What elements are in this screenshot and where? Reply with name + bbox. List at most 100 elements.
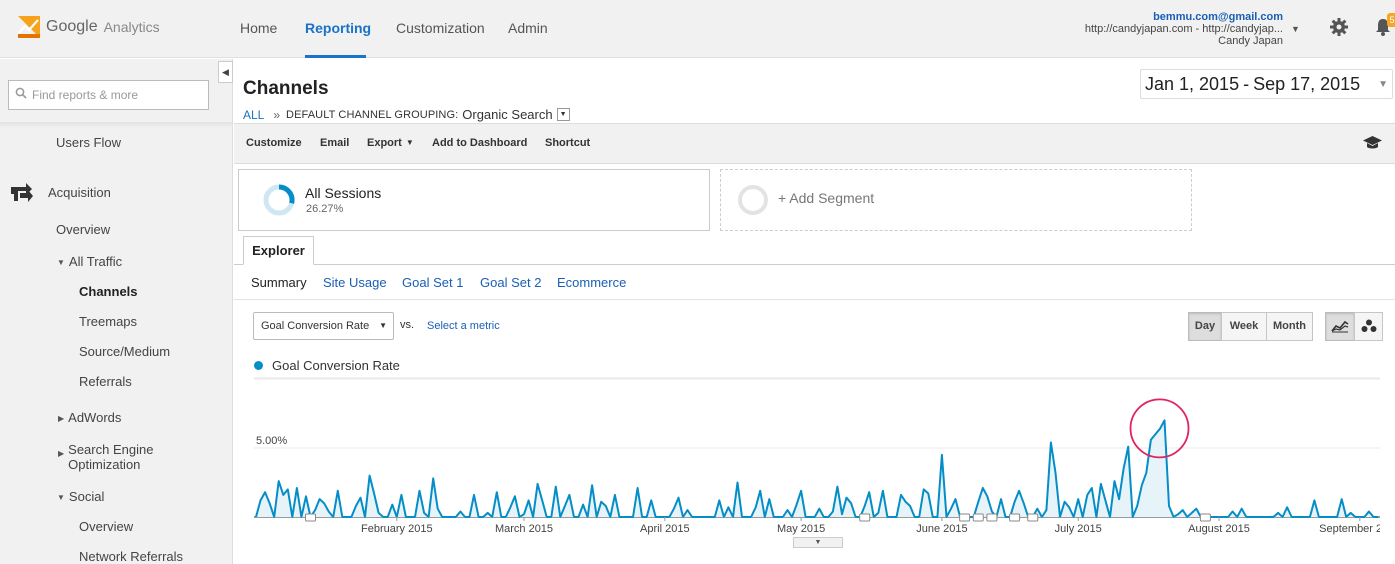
nav-reporting[interactable]: Reporting: [305, 20, 371, 36]
logo[interactable]: Google Analytics: [18, 16, 160, 38]
legend-swatch: [254, 361, 263, 370]
x-tick-label: May 2015: [777, 523, 825, 535]
date-end: Sep 17, 2015: [1253, 73, 1361, 94]
granularity-week-button[interactable]: Week: [1221, 312, 1267, 341]
notification-badge: 5: [1387, 13, 1395, 27]
sidebar-divider: [0, 122, 232, 128]
caret-down-icon: ▼: [57, 258, 65, 267]
sidebar-item-referrals[interactable]: Referrals: [79, 374, 132, 389]
nav-home[interactable]: Home: [240, 20, 277, 36]
account-email: bemmu.com@gmail.com: [1153, 11, 1283, 23]
account-selector[interactable]: bemmu.com@gmail.com http://candyjapan.co…: [1085, 11, 1283, 47]
series-line: [255, 419, 1378, 518]
tab-explorer[interactable]: Explorer: [243, 236, 314, 265]
chevron-down-icon[interactable]: ▼: [1291, 24, 1300, 34]
sidebar-item-treemaps[interactable]: Treemaps: [79, 314, 137, 329]
subtab-goal-set-2[interactable]: Goal Set 2: [480, 275, 541, 290]
customize-button[interactable]: Customize: [246, 137, 302, 149]
metric-select[interactable]: Goal Conversion Rate ▼: [253, 312, 394, 340]
sidebar-item-label: AdWords: [68, 410, 122, 425]
caret-right-icon: ▶: [58, 449, 65, 458]
search-input[interactable]: [32, 88, 202, 102]
x-tick-label: March 2015: [495, 523, 553, 535]
caret-down-icon: ▼: [405, 138, 414, 147]
sidebar-item-label: All Traffic: [68, 254, 123, 269]
annotation-marker: [959, 513, 971, 522]
line-chart-view-button[interactable]: [1325, 312, 1355, 341]
date-range-picker[interactable]: Jan 1, 2015 - Sep 17, 2015 ▼: [1140, 69, 1393, 99]
sidebar-item-all-traffic[interactable]: ▼ All Traffic: [57, 254, 122, 269]
add-segment-button[interactable]: + Add Segment: [720, 169, 1192, 231]
export-button[interactable]: Export ▼: [367, 137, 414, 149]
email-button[interactable]: Email: [320, 137, 349, 149]
subtab-divider: [234, 299, 1395, 300]
x-tick-label: April 2015: [640, 523, 690, 535]
analytics-logo-icon: [18, 16, 40, 38]
gear-icon[interactable]: [1329, 17, 1349, 42]
subtab-site-usage[interactable]: Site Usage: [323, 275, 387, 290]
annotation-marker: [1199, 513, 1211, 522]
breadcrumb-dropdown-button[interactable]: ▼: [556, 108, 570, 121]
sidebar-item-users-flow[interactable]: Users Flow: [56, 135, 121, 150]
legend-label: Goal Conversion Rate: [272, 358, 400, 373]
sidebar-item-channels[interactable]: Channels: [79, 284, 138, 299]
logo-text-google: Google: [46, 18, 98, 35]
segment-name: All Sessions: [305, 185, 382, 201]
annotation-marker: [972, 513, 984, 522]
caret-down-icon: ▼: [57, 493, 65, 502]
collapse-sidebar-button[interactable]: ◀: [218, 61, 233, 83]
sidebar-item-overview[interactable]: Overview: [56, 222, 110, 237]
segment-all-sessions[interactable]: All Sessions 26.27%: [238, 169, 710, 231]
breadcrumb-dimension-label: DEFAULT CHANNEL GROUPING:: [286, 108, 459, 121]
tab-divider: [234, 264, 1395, 265]
breadcrumb-all-link[interactable]: ALL: [243, 108, 264, 122]
annotation-marker: [986, 513, 998, 522]
search-icon: [15, 86, 27, 104]
sidebar-item-acquisition[interactable]: Acquisition: [48, 185, 111, 200]
chart-legend: Goal Conversion Rate: [254, 358, 400, 373]
shortcut-button[interactable]: Shortcut: [545, 137, 590, 149]
breadcrumb-separator: »: [273, 107, 281, 122]
annotation-marker: [1027, 513, 1039, 522]
add-segment-label: + Add Segment: [778, 190, 875, 206]
sidebar-item-adwords[interactable]: ▶ AdWords: [58, 410, 121, 425]
annotation-marker: [859, 513, 871, 522]
subtab-summary[interactable]: Summary: [251, 275, 307, 290]
x-tick-label: August 2015: [1188, 523, 1250, 535]
account-property: http://candyjapan.com - http://candyjap.…: [1084, 23, 1283, 35]
annotation-marker: [1009, 513, 1021, 522]
bubbles-icon: [1361, 319, 1377, 333]
chart-expand-handle[interactable]: ▼: [793, 537, 843, 548]
line-chart-icon: [1331, 320, 1349, 333]
nav-customization[interactable]: Customization: [396, 20, 485, 36]
x-tick-label: February 2015: [361, 523, 433, 535]
add-to-dashboard-button[interactable]: Add to Dashboard: [432, 137, 527, 149]
motion-chart-view-button[interactable]: [1354, 312, 1383, 341]
sidebar-item-network-referrals[interactable]: Network Referrals: [79, 549, 183, 564]
metric-select-value: Goal Conversion Rate: [261, 320, 370, 332]
caret-down-icon: ▼: [379, 321, 387, 330]
account-view: Candy Japan: [1218, 35, 1283, 47]
date-start: Jan 1, 2015: [1145, 73, 1240, 94]
acquisition-icon: [10, 181, 34, 208]
sidebar-item-seo[interactable]: ▶ Search Engine Optimization: [58, 442, 170, 472]
sidebar-item-source-medium[interactable]: Source/Medium: [79, 344, 170, 359]
active-nav-indicator: [305, 55, 366, 58]
breadcrumb: ALL » DEFAULT CHANNEL GROUPING: Organic …: [243, 107, 570, 122]
granularity-month-button[interactable]: Month: [1266, 312, 1313, 341]
granularity-day-button[interactable]: Day: [1188, 312, 1222, 341]
caret-right-icon: ▶: [58, 414, 65, 423]
sidebar-item-social[interactable]: ▼ Social: [57, 489, 104, 504]
subtab-goal-set-1[interactable]: Goal Set 1: [402, 275, 463, 290]
export-label: Export: [367, 137, 402, 149]
sidebar-item-social-overview[interactable]: Overview: [79, 519, 133, 534]
graduation-cap-icon[interactable]: [1362, 134, 1383, 155]
vs-label: vs.: [400, 319, 415, 331]
subtab-ecommerce[interactable]: Ecommerce: [557, 275, 626, 290]
line-chart[interactable]: 5.00%10.00%February 2015March 2015April …: [254, 375, 1380, 541]
select-metric-link[interactable]: Select a metric: [427, 320, 500, 332]
x-tick-label: September 2015: [1319, 523, 1380, 535]
sidebar-search[interactable]: [8, 80, 209, 110]
x-tick-label: July 2015: [1055, 523, 1102, 535]
nav-admin[interactable]: Admin: [508, 20, 548, 36]
